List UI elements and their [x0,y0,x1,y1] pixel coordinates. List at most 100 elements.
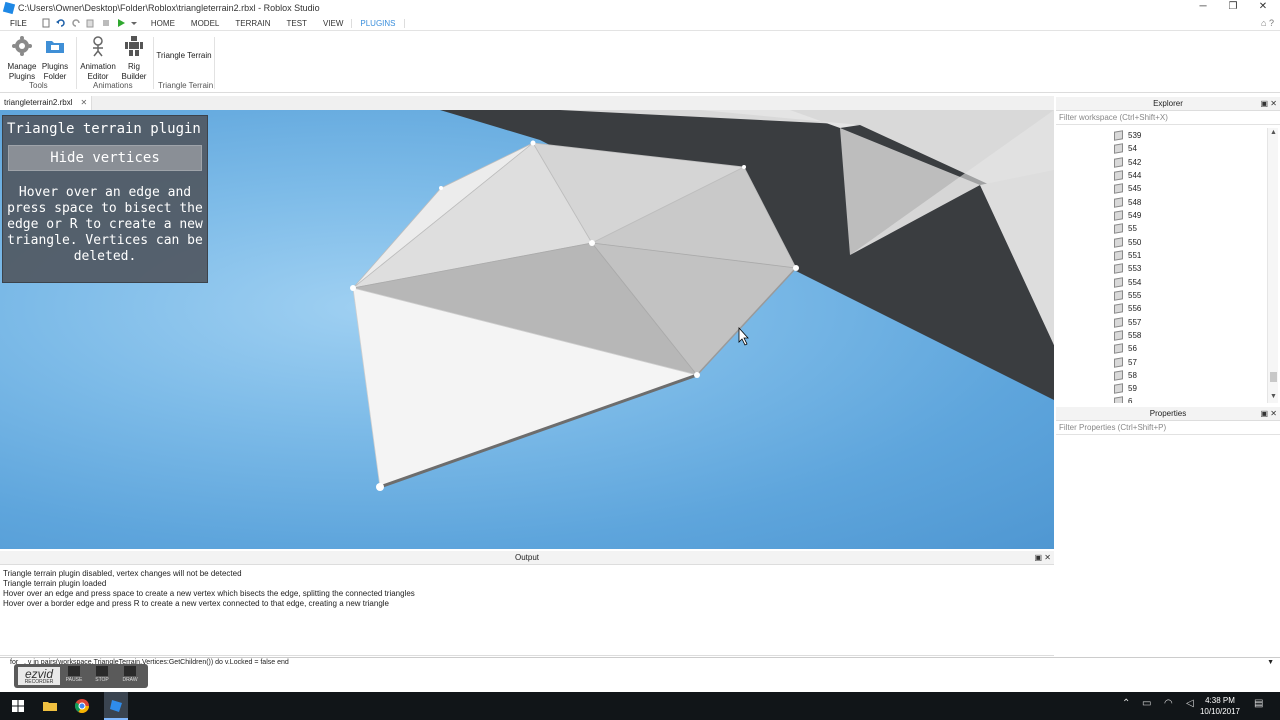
plugins-folder-button[interactable]: Plugins Folder [40,35,70,82]
clock-time: 4:38 PM [1205,696,1235,705]
show-hidden-icons[interactable]: ⌃ [1122,698,1130,709]
model-icon [1114,170,1123,181]
file-explorer-icon[interactable] [40,696,60,716]
explorer-item[interactable]: 542 [1114,156,1141,169]
3d-viewport[interactable]: Triangle terrain plugin Hide vertices Ho… [0,110,1054,549]
explorer-item[interactable]: 54 [1114,142,1137,155]
model-icon [1114,290,1123,301]
help-icons[interactable]: ⌂ ? [1261,18,1274,28]
file-menu[interactable]: FILE [10,19,27,28]
tab-plugins[interactable]: PLUGINS [351,18,405,28]
scroll-up-icon[interactable]: ▲ [1270,129,1277,136]
minimize-button[interactable]: ─ [1188,0,1218,16]
triangle-terrain-button[interactable]: Triangle Terrain [156,51,212,61]
explorer-item-label: 542 [1128,158,1142,167]
explorer-item[interactable]: 558 [1114,329,1141,342]
output-line: Triangle terrain plugin loaded [3,579,107,588]
stop-icon[interactable] [101,18,111,28]
roblox-studio-taskbar-button[interactable] [104,692,128,720]
tab-home[interactable]: HOME [143,19,183,28]
draw-button[interactable]: DRAW [120,666,140,686]
explorer-item[interactable]: 553 [1114,262,1141,275]
animation-editor-label: Animation Editor [80,62,116,81]
explorer-item[interactable]: 549 [1114,209,1141,222]
pause-button[interactable]: PAUSE [64,666,84,686]
command-bar[interactable]: for _, v in pairs(workspace.TriangleTerr… [0,657,1280,668]
properties-filter-input[interactable]: Filter Properties (Ctrl+Shift+P) [1056,422,1280,435]
explorer-item-label: 545 [1128,184,1142,193]
explorer-item[interactable]: 539 [1114,129,1141,142]
explorer-item[interactable]: 556 [1114,302,1141,315]
model-icon [1114,197,1123,208]
vertex[interactable] [376,483,384,491]
explorer-item[interactable]: 555 [1114,289,1141,302]
play-dropdown-icon[interactable] [130,18,137,28]
vertex[interactable] [589,240,595,246]
vertex[interactable] [530,140,536,146]
mouse-cursor-icon [738,326,749,346]
explorer-item[interactable]: 56 [1114,342,1137,355]
explorer-item[interactable]: 544 [1114,169,1141,182]
maximize-button[interactable]: ❐ [1218,0,1248,16]
chrome-icon[interactable] [72,696,92,716]
wifi-icon[interactable]: ◠ [1164,698,1173,709]
explorer-item[interactable]: 58 [1114,369,1137,382]
plugin-instructions: Hover over an edge and press space to bi… [7,185,203,264]
copy-icon[interactable] [86,18,96,28]
panel-buttons[interactable]: ▣ ✕ [1261,407,1277,421]
explorer-item[interactable]: 545 [1114,182,1141,195]
rig-builder-button[interactable]: Rig Builder [119,35,149,82]
model-icon [1114,143,1123,154]
battery-icon[interactable]: ▭ [1142,698,1151,709]
manage-plugins-button[interactable]: Manage Plugins [6,35,38,82]
rig-builder-label: Rig Builder [121,62,147,81]
close-window-button[interactable]: ✕ [1248,0,1278,16]
explorer-item[interactable]: 554 [1114,276,1141,289]
explorer-item[interactable]: 551 [1114,249,1141,262]
explorer-item-label: 553 [1128,264,1142,273]
vertex[interactable] [694,372,700,378]
undo-icon[interactable] [55,18,66,28]
redo-icon[interactable] [71,18,81,28]
explorer-item[interactable]: 57 [1114,356,1137,369]
model-icon [1114,277,1123,288]
document-tab[interactable]: triangleterrain2.rbxl ✕ [0,96,93,110]
hide-vertices-button[interactable]: Hide vertices [8,145,202,171]
animation-editor-button[interactable]: Animation Editor [78,35,118,82]
vertex[interactable] [793,265,799,271]
properties-header: Properties ▣ ✕ [1056,407,1280,421]
explorer-filter-input[interactable]: Filter workspace (Ctrl+Shift+X) [1056,112,1280,125]
explorer-item[interactable]: 550 [1114,236,1141,249]
explorer-scrollbar[interactable]: ▲ ▼ [1267,128,1278,403]
explorer-item[interactable]: 548 [1114,196,1141,209]
vertex[interactable] [742,165,746,169]
panel-buttons[interactable]: ▣ ✕ [1261,97,1277,111]
tab-view[interactable]: VIEW [315,19,351,28]
output-header: Output ▣ ✕ [0,551,1054,565]
explorer-item-label: 59 [1128,384,1137,393]
close-tab-icon[interactable]: ✕ [80,98,87,107]
play-icon[interactable] [116,18,126,28]
new-file-icon[interactable] [41,18,51,28]
tab-terrain[interactable]: TERRAIN [227,19,278,28]
command-history-dropdown-icon[interactable]: ▼ [1267,658,1274,668]
explorer-item[interactable]: 6 [1114,395,1132,403]
windows-start-icon[interactable] [8,696,28,716]
stop-button[interactable]: STOP [92,666,112,686]
vertex[interactable] [439,186,443,190]
taskbar-clock[interactable]: 4:38 PM 10/10/2017 [1200,695,1240,717]
scroll-down-icon[interactable]: ▼ [1270,393,1277,400]
explorer-item[interactable]: 557 [1114,316,1141,329]
explorer-item[interactable]: 59 [1114,382,1137,395]
explorer-item[interactable]: 55 [1114,222,1137,235]
ribbon-separator [214,37,215,89]
ribbon-separator [153,37,154,89]
tab-test[interactable]: TEST [278,19,314,28]
vertex[interactable] [350,285,356,291]
menu-bar: FILE HOME MODEL TERRAIN TEST VIEW PLUGIN… [0,16,1280,31]
panel-buttons[interactable]: ▣ ✕ [1035,551,1051,565]
notifications-icon[interactable]: ▤ [1254,698,1263,709]
scroll-thumb[interactable] [1270,372,1277,382]
tab-model[interactable]: MODEL [183,19,227,28]
volume-icon[interactable]: ◁ [1186,698,1194,709]
